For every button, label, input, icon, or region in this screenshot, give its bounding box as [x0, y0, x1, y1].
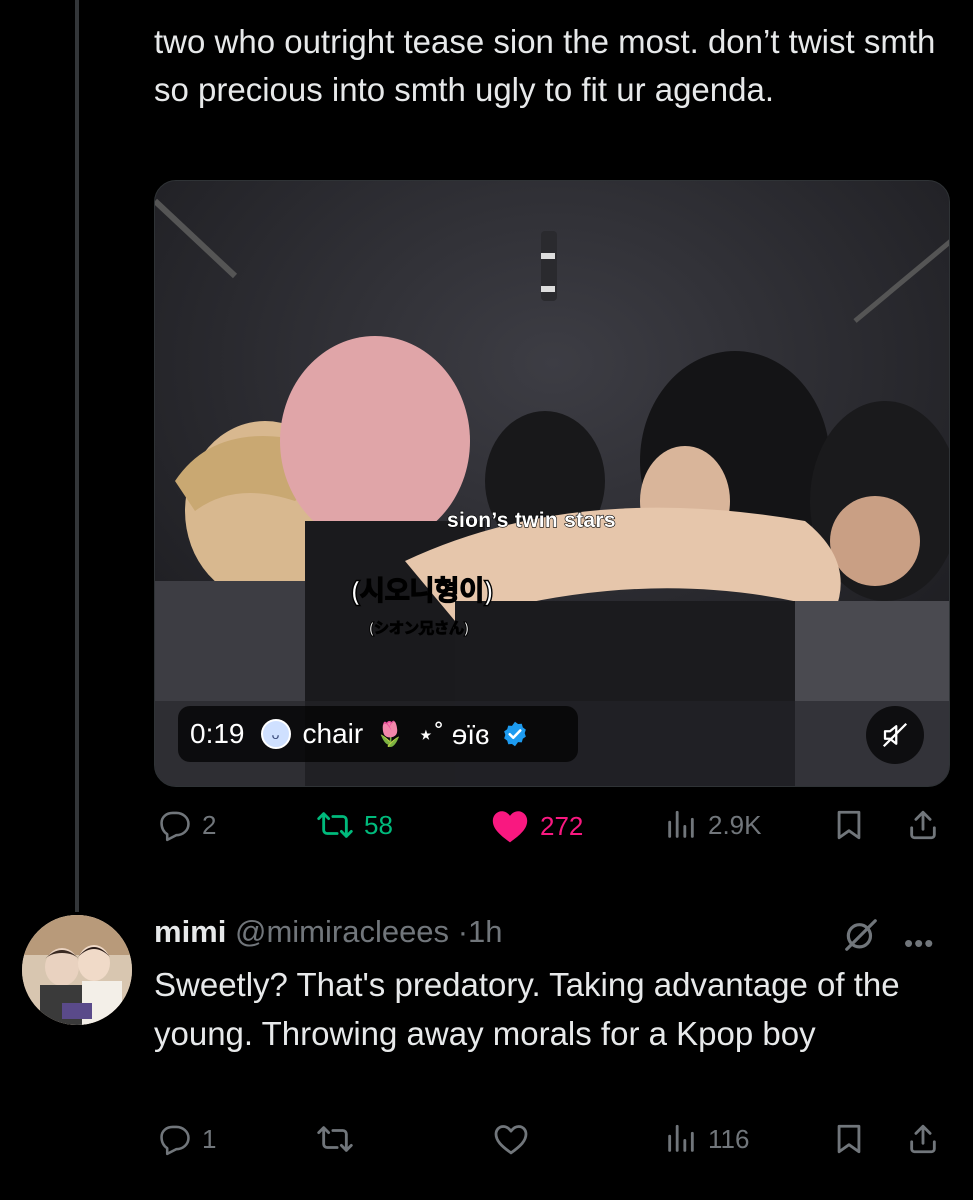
reply-button[interactable]: 2	[158, 808, 216, 842]
views-count: 2.9K	[708, 809, 762, 840]
grok-button[interactable]	[842, 916, 880, 959]
video-player[interactable]: sion’s twin stars (시오니형이) (シオン兄さん)	[154, 180, 950, 787]
verified-badge-icon	[504, 721, 527, 747]
views-bar-chart-icon	[668, 810, 694, 838]
avatar[interactable]	[22, 915, 132, 1025]
retweet-icon	[317, 812, 353, 838]
bookmark-button[interactable]	[832, 808, 866, 842]
bookmark-icon	[837, 1124, 861, 1154]
video-frame-image	[155, 181, 949, 786]
views-count: 116	[708, 1123, 750, 1154]
tweet-action-bar: 1 116	[154, 1122, 950, 1170]
retweet-icon	[317, 1126, 353, 1152]
tweet-header: mimi @mimiracleees ·1h	[154, 910, 503, 954]
like-button[interactable]	[492, 1122, 540, 1156]
more-options-icon[interactable]: •••	[904, 930, 934, 956]
like-count: 272	[540, 810, 584, 841]
separator-dot: ·	[457, 914, 469, 949]
grok-icon	[845, 919, 877, 951]
user-handle[interactable]: @mimiracleees	[235, 914, 449, 949]
heart-outline-icon	[494, 1125, 528, 1155]
video-timestamp: 0:19	[190, 718, 245, 749]
display-name[interactable]: mimi	[154, 914, 226, 949]
tulip-emoji: 🌷	[375, 720, 406, 748]
tweet-action-bar: 2 58 272 2.9K	[154, 808, 950, 856]
video-author-suffix: ⋆˚ ɘïɞ	[417, 718, 490, 750]
views-button[interactable]: 2.9K	[664, 808, 762, 842]
caption-japanese: (シオン兄さん)	[369, 620, 470, 638]
mute-toggle-button[interactable]	[866, 706, 924, 764]
reply-count: 1	[202, 1123, 217, 1154]
reply-count: 2	[202, 809, 217, 840]
retweet-button[interactable]	[316, 1122, 364, 1156]
speaker-muted-icon	[882, 722, 908, 748]
tweet-text: two who outright tease sion the most. do…	[154, 23, 945, 108]
share-icon	[910, 1124, 936, 1154]
views-bar-chart-icon	[668, 1124, 694, 1152]
bookmark-button[interactable]	[832, 1122, 866, 1156]
reply-button[interactable]: 1	[158, 1122, 216, 1156]
thread-connector-line	[75, 0, 79, 912]
reply-icon	[160, 811, 190, 842]
like-button[interactable]: 272	[490, 808, 583, 844]
share-button[interactable]	[906, 1122, 940, 1156]
avatar-photo	[22, 915, 132, 1025]
caption-english: sion’s twin stars	[446, 508, 616, 532]
retweet-count: 58	[364, 809, 393, 840]
bookmark-icon	[837, 810, 861, 840]
reply-icon	[160, 1125, 190, 1156]
caption-korean: (시오니형이)	[350, 575, 494, 606]
share-button[interactable]	[906, 808, 940, 842]
tweet-text: Sweetly? That's predatory. Taking advant…	[154, 966, 900, 1052]
author-avatar-icon: ᴗ	[260, 719, 291, 749]
video-author-name: chair	[302, 718, 364, 749]
retweet-button[interactable]: 58	[316, 808, 393, 842]
share-icon	[910, 810, 936, 840]
views-button[interactable]: 116	[664, 1122, 749, 1156]
heart-filled-icon	[492, 811, 528, 843]
video-info-pill[interactable]: 0:19 ᴗ chair 🌷 ⋆˚ ɘïɞ	[178, 706, 578, 762]
tweet-time[interactable]: 1h	[468, 914, 502, 949]
